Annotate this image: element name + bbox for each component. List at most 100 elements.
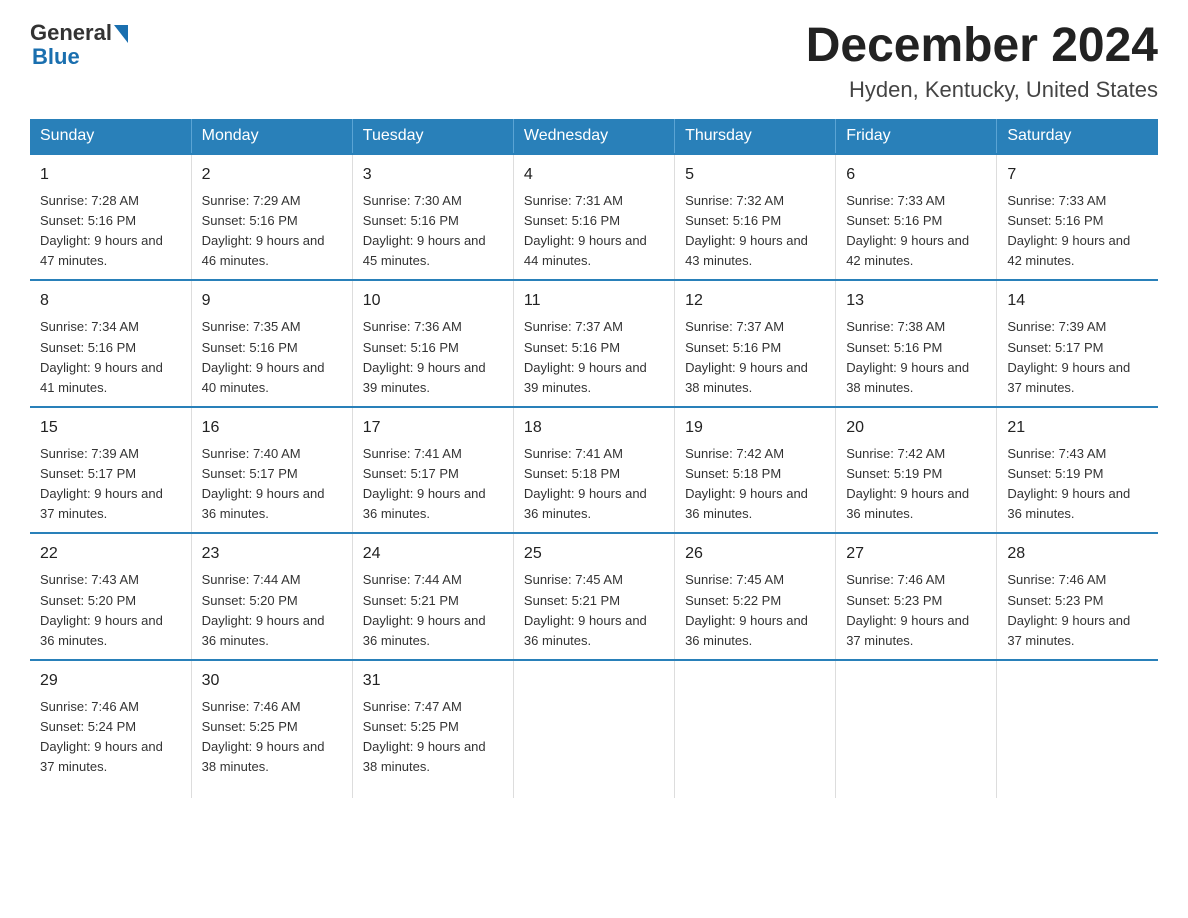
logo-blue-text: Blue — [30, 44, 80, 70]
calendar-day-cell — [836, 660, 997, 798]
calendar-day-cell: 14 Sunrise: 7:39 AM Sunset: 5:17 PM Dayl… — [997, 280, 1158, 407]
day-number: 4 — [524, 163, 664, 187]
day-info: Sunrise: 7:41 AM Sunset: 5:18 PM Dayligh… — [524, 444, 664, 525]
calendar-table: SundayMondayTuesdayWednesdayThursdayFrid… — [30, 119, 1158, 798]
day-info: Sunrise: 7:28 AM Sunset: 5:16 PM Dayligh… — [40, 191, 181, 272]
calendar-day-cell: 4 Sunrise: 7:31 AM Sunset: 5:16 PM Dayli… — [513, 154, 674, 281]
day-number: 23 — [202, 542, 342, 566]
calendar-day-cell — [997, 660, 1158, 798]
calendar-day-cell: 26 Sunrise: 7:45 AM Sunset: 5:22 PM Dayl… — [675, 533, 836, 660]
day-number: 12 — [685, 289, 825, 313]
calendar-day-cell: 1 Sunrise: 7:28 AM Sunset: 5:16 PM Dayli… — [30, 154, 191, 281]
day-info: Sunrise: 7:29 AM Sunset: 5:16 PM Dayligh… — [202, 191, 342, 272]
day-info: Sunrise: 7:39 AM Sunset: 5:17 PM Dayligh… — [40, 444, 181, 525]
calendar-day-cell: 5 Sunrise: 7:32 AM Sunset: 5:16 PM Dayli… — [675, 154, 836, 281]
day-number: 16 — [202, 416, 342, 440]
day-number: 28 — [1007, 542, 1148, 566]
day-number: 25 — [524, 542, 664, 566]
day-number: 29 — [40, 669, 181, 693]
day-of-week-thursday: Thursday — [675, 119, 836, 154]
calendar-day-cell: 10 Sunrise: 7:36 AM Sunset: 5:16 PM Dayl… — [352, 280, 513, 407]
calendar-day-cell: 29 Sunrise: 7:46 AM Sunset: 5:24 PM Dayl… — [30, 660, 191, 798]
calendar-day-cell: 16 Sunrise: 7:40 AM Sunset: 5:17 PM Dayl… — [191, 407, 352, 534]
day-info: Sunrise: 7:33 AM Sunset: 5:16 PM Dayligh… — [1007, 191, 1148, 272]
day-info: Sunrise: 7:36 AM Sunset: 5:16 PM Dayligh… — [363, 317, 503, 398]
location-title: Hyden, Kentucky, United States — [806, 77, 1158, 103]
calendar-day-cell: 8 Sunrise: 7:34 AM Sunset: 5:16 PM Dayli… — [30, 280, 191, 407]
day-number: 19 — [685, 416, 825, 440]
calendar-day-cell — [675, 660, 836, 798]
day-number: 17 — [363, 416, 503, 440]
day-info: Sunrise: 7:46 AM Sunset: 5:24 PM Dayligh… — [40, 697, 181, 778]
day-number: 3 — [363, 163, 503, 187]
calendar-day-cell: 28 Sunrise: 7:46 AM Sunset: 5:23 PM Dayl… — [997, 533, 1158, 660]
calendar-day-cell: 12 Sunrise: 7:37 AM Sunset: 5:16 PM Dayl… — [675, 280, 836, 407]
day-info: Sunrise: 7:44 AM Sunset: 5:20 PM Dayligh… — [202, 570, 342, 651]
day-number: 1 — [40, 163, 181, 187]
calendar-day-cell: 11 Sunrise: 7:37 AM Sunset: 5:16 PM Dayl… — [513, 280, 674, 407]
day-info: Sunrise: 7:30 AM Sunset: 5:16 PM Dayligh… — [363, 191, 503, 272]
calendar-day-cell: 25 Sunrise: 7:45 AM Sunset: 5:21 PM Dayl… — [513, 533, 674, 660]
day-info: Sunrise: 7:46 AM Sunset: 5:23 PM Dayligh… — [1007, 570, 1148, 651]
day-info: Sunrise: 7:47 AM Sunset: 5:25 PM Dayligh… — [363, 697, 503, 778]
day-of-week-monday: Monday — [191, 119, 352, 154]
calendar-week-row: 15 Sunrise: 7:39 AM Sunset: 5:17 PM Dayl… — [30, 407, 1158, 534]
day-info: Sunrise: 7:45 AM Sunset: 5:21 PM Dayligh… — [524, 570, 664, 651]
day-number: 24 — [363, 542, 503, 566]
day-info: Sunrise: 7:46 AM Sunset: 5:23 PM Dayligh… — [846, 570, 986, 651]
day-of-week-sunday: Sunday — [30, 119, 191, 154]
calendar-day-cell: 3 Sunrise: 7:30 AM Sunset: 5:16 PM Dayli… — [352, 154, 513, 281]
day-info: Sunrise: 7:42 AM Sunset: 5:19 PM Dayligh… — [846, 444, 986, 525]
day-of-week-tuesday: Tuesday — [352, 119, 513, 154]
day-info: Sunrise: 7:39 AM Sunset: 5:17 PM Dayligh… — [1007, 317, 1148, 398]
day-number: 5 — [685, 163, 825, 187]
day-number: 9 — [202, 289, 342, 313]
day-number: 15 — [40, 416, 181, 440]
calendar-day-cell: 7 Sunrise: 7:33 AM Sunset: 5:16 PM Dayli… — [997, 154, 1158, 281]
calendar-day-cell: 24 Sunrise: 7:44 AM Sunset: 5:21 PM Dayl… — [352, 533, 513, 660]
day-number: 8 — [40, 289, 181, 313]
day-number: 18 — [524, 416, 664, 440]
calendar-header-row: SundayMondayTuesdayWednesdayThursdayFrid… — [30, 119, 1158, 154]
day-info: Sunrise: 7:32 AM Sunset: 5:16 PM Dayligh… — [685, 191, 825, 272]
calendar-week-row: 8 Sunrise: 7:34 AM Sunset: 5:16 PM Dayli… — [30, 280, 1158, 407]
calendar-day-cell: 31 Sunrise: 7:47 AM Sunset: 5:25 PM Dayl… — [352, 660, 513, 798]
page-header: General Blue December 2024 Hyden, Kentuc… — [30, 20, 1158, 103]
day-info: Sunrise: 7:41 AM Sunset: 5:17 PM Dayligh… — [363, 444, 503, 525]
calendar-day-cell: 30 Sunrise: 7:46 AM Sunset: 5:25 PM Dayl… — [191, 660, 352, 798]
day-info: Sunrise: 7:38 AM Sunset: 5:16 PM Dayligh… — [846, 317, 986, 398]
logo-general-text: General — [30, 20, 112, 46]
day-info: Sunrise: 7:37 AM Sunset: 5:16 PM Dayligh… — [685, 317, 825, 398]
day-info: Sunrise: 7:31 AM Sunset: 5:16 PM Dayligh… — [524, 191, 664, 272]
day-number: 13 — [846, 289, 986, 313]
day-info: Sunrise: 7:43 AM Sunset: 5:20 PM Dayligh… — [40, 570, 181, 651]
calendar-day-cell: 22 Sunrise: 7:43 AM Sunset: 5:20 PM Dayl… — [30, 533, 191, 660]
day-number: 6 — [846, 163, 986, 187]
day-number: 14 — [1007, 289, 1148, 313]
calendar-day-cell: 18 Sunrise: 7:41 AM Sunset: 5:18 PM Dayl… — [513, 407, 674, 534]
calendar-day-cell: 21 Sunrise: 7:43 AM Sunset: 5:19 PM Dayl… — [997, 407, 1158, 534]
day-number: 11 — [524, 289, 664, 313]
day-info: Sunrise: 7:45 AM Sunset: 5:22 PM Dayligh… — [685, 570, 825, 651]
day-number: 7 — [1007, 163, 1148, 187]
calendar-day-cell: 15 Sunrise: 7:39 AM Sunset: 5:17 PM Dayl… — [30, 407, 191, 534]
day-of-week-wednesday: Wednesday — [513, 119, 674, 154]
day-info: Sunrise: 7:37 AM Sunset: 5:16 PM Dayligh… — [524, 317, 664, 398]
calendar-day-cell: 23 Sunrise: 7:44 AM Sunset: 5:20 PM Dayl… — [191, 533, 352, 660]
calendar-day-cell: 19 Sunrise: 7:42 AM Sunset: 5:18 PM Dayl… — [675, 407, 836, 534]
day-number: 10 — [363, 289, 503, 313]
day-number: 27 — [846, 542, 986, 566]
calendar-day-cell: 20 Sunrise: 7:42 AM Sunset: 5:19 PM Dayl… — [836, 407, 997, 534]
day-number: 26 — [685, 542, 825, 566]
day-number: 31 — [363, 669, 503, 693]
day-info: Sunrise: 7:43 AM Sunset: 5:19 PM Dayligh… — [1007, 444, 1148, 525]
calendar-day-cell: 6 Sunrise: 7:33 AM Sunset: 5:16 PM Dayli… — [836, 154, 997, 281]
calendar-day-cell — [513, 660, 674, 798]
day-number: 20 — [846, 416, 986, 440]
calendar-day-cell: 27 Sunrise: 7:46 AM Sunset: 5:23 PM Dayl… — [836, 533, 997, 660]
day-info: Sunrise: 7:40 AM Sunset: 5:17 PM Dayligh… — [202, 444, 342, 525]
day-info: Sunrise: 7:46 AM Sunset: 5:25 PM Dayligh… — [202, 697, 342, 778]
day-info: Sunrise: 7:35 AM Sunset: 5:16 PM Dayligh… — [202, 317, 342, 398]
day-of-week-saturday: Saturday — [997, 119, 1158, 154]
logo: General Blue — [30, 20, 128, 70]
